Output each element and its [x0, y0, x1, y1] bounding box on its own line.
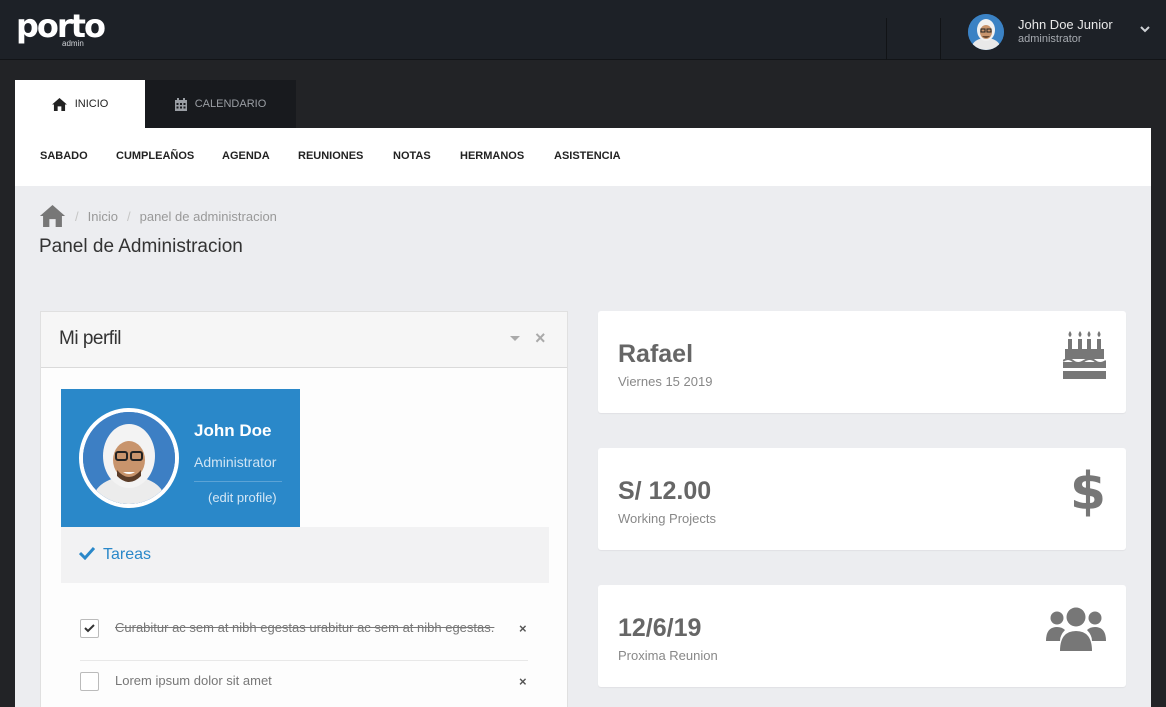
logo[interactable]: porto admin — [16, 7, 106, 48]
breadcrumb-separator: / — [75, 208, 79, 224]
breadcrumb: / Inicio / panel de administracion — [39, 205, 277, 227]
card-value: Rafael — [618, 340, 694, 368]
users-icon — [1046, 607, 1106, 651]
nav-item-agenda[interactable]: AGENDA — [222, 150, 270, 162]
tab-calendario-label: CALENDARIO — [194, 98, 267, 110]
user-role: administrator — [1018, 33, 1082, 45]
birthday-card[interactable]: Rafael Viernes 15 2019 — [598, 311, 1126, 413]
breadcrumb-inicio[interactable]: Inicio — [88, 209, 118, 224]
check-icon — [79, 546, 95, 560]
tab-calendario[interactable]: CALENDARIO — [145, 80, 296, 128]
chevron-down-icon[interactable] — [1138, 22, 1152, 36]
tasks-title: Tareas — [103, 546, 152, 563]
todo-item: Curabitur ac sem at nibh egestas urabitu… — [80, 609, 528, 661]
breadcrumb-current: panel de administracion — [139, 208, 277, 224]
card-label: Viernes 15 2019 — [618, 374, 713, 389]
tab-inicio-label: INICIO — [74, 98, 109, 110]
home-icon — [51, 97, 67, 111]
nav-item-sabado[interactable]: SABADO — [40, 150, 88, 162]
nav-item-notas[interactable]: NOTAS — [393, 150, 431, 162]
profile-name: John Doe — [194, 421, 272, 440]
card-label: Proxima Reunion — [618, 648, 718, 663]
logo-text: porto — [16, 7, 106, 45]
nav-item-hermanos[interactable]: HERMANOS — [460, 150, 524, 162]
profile-role: Administrator — [194, 454, 277, 470]
close-icon[interactable]: × — [535, 328, 546, 349]
card-value: 12/6/19 — [618, 614, 702, 642]
nav-item-reuniones[interactable]: REUNIONES — [298, 150, 363, 162]
delete-todo-icon[interactable]: × — [519, 621, 527, 636]
calendar-icon — [174, 97, 187, 111]
cake-icon — [1063, 331, 1106, 379]
todo-text: Curabitur ac sem at nibh egestas urabitu… — [115, 620, 495, 635]
payment-card[interactable]: S/ 12.00 Working Projects $ — [598, 448, 1126, 550]
todo-checkbox[interactable] — [80, 672, 99, 691]
tab-inicio[interactable]: INICIO — [15, 80, 145, 128]
header-notifications-area[interactable] — [886, 18, 941, 60]
avatar — [968, 14, 1004, 50]
edit-profile-link[interactable]: (edit profile) — [208, 490, 277, 505]
user-name: John Doe Junior — [1018, 17, 1113, 32]
dollar-icon: $ — [1069, 462, 1106, 522]
nav-item-asistencia[interactable]: ASISTENCIA — [554, 150, 621, 162]
main-content: / Inicio / panel de administracion Panel… — [15, 186, 1151, 707]
logo-subtext: admin — [62, 39, 84, 48]
meeting-card[interactable]: 12/6/19 Proxima Reunion — [598, 585, 1126, 687]
breadcrumb-separator: / — [126, 208, 131, 224]
todo-item: Lorem ipsum dolor sit amet × — [80, 662, 528, 707]
home-icon[interactable] — [39, 205, 66, 227]
card-label: Working Projects — [618, 511, 717, 526]
panel-header: Mi perfil × — [41, 312, 567, 368]
tasks-header: Tareas — [61, 527, 549, 583]
collapse-caret-icon[interactable] — [510, 336, 520, 341]
user-menu[interactable]: John Doe Junior administrator — [968, 14, 1158, 50]
delete-todo-icon[interactable]: × — [519, 674, 527, 689]
divider — [194, 481, 282, 482]
page-title: Panel de Administracion — [39, 236, 243, 257]
panel-title: Mi perfil — [59, 328, 122, 349]
card-value: S/ 12.00 — [618, 477, 712, 505]
check-icon — [84, 624, 95, 633]
secondary-nav: SABADO CUMPLEAÑOS AGENDA REUNIONES NOTAS… — [15, 128, 1151, 186]
profile-avatar — [79, 408, 179, 508]
profile-card: John Doe Administrator (edit profile) — [61, 389, 300, 527]
todo-checkbox[interactable] — [80, 619, 99, 638]
todo-text: Lorem ipsum dolor sit amet — [115, 673, 272, 688]
nav-item-cumpleanos[interactable]: CUMPLEAÑOS — [116, 150, 194, 162]
top-header: porto admin John Doe Junior administrato… — [0, 0, 1166, 60]
